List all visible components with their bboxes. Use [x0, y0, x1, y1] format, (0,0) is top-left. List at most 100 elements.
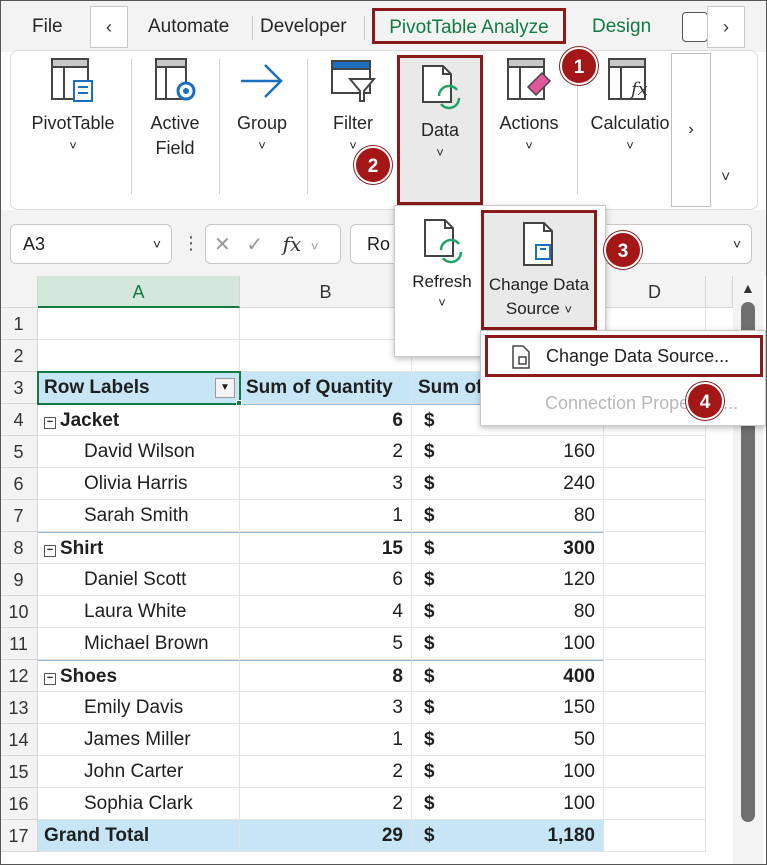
grand-total-amount[interactable]: $1,180: [412, 820, 604, 852]
cancel-icon[interactable]: ✕: [214, 234, 231, 256]
quantity-cell[interactable]: 1: [240, 724, 412, 756]
row-header-6[interactable]: 6: [0, 468, 38, 500]
calculations-button[interactable]: fx Calculatio ˅: [587, 57, 673, 197]
column-header-a[interactable]: A: [38, 276, 240, 308]
row-header-4[interactable]: 4: [0, 404, 38, 436]
row-header-10[interactable]: 10: [0, 596, 38, 628]
comments-button[interactable]: [682, 12, 708, 42]
row-header-15[interactable]: 15: [0, 756, 38, 788]
row-header-3[interactable]: 3: [0, 372, 38, 404]
pivot-item-row[interactable]: Daniel Scott: [38, 564, 240, 596]
table-cell[interactable]: [604, 660, 706, 692]
pivot-item-row[interactable]: Emily Davis: [38, 692, 240, 724]
row-header-5[interactable]: 5: [0, 436, 38, 468]
active-field-button[interactable]: Active Field: [139, 57, 211, 197]
tab-pivottable-analyze[interactable]: PivotTable Analyze: [372, 8, 566, 44]
table-cell[interactable]: [604, 532, 706, 564]
quantity-cell[interactable]: 4: [240, 596, 412, 628]
pivot-header-sum-quantity[interactable]: Sum of Quantity: [240, 372, 412, 404]
pivot-item-row[interactable]: Olivia Harris: [38, 468, 240, 500]
amount-cell[interactable]: $80: [412, 596, 604, 628]
table-cell[interactable]: [38, 308, 240, 340]
table-cell[interactable]: [604, 436, 706, 468]
table-cell[interactable]: [604, 500, 706, 532]
amount-cell[interactable]: $50: [412, 724, 604, 756]
table-cell[interactable]: [604, 756, 706, 788]
tab-file[interactable]: File: [32, 12, 63, 42]
pivot-item-row[interactable]: John Carter: [38, 756, 240, 788]
column-header-d[interactable]: D: [604, 276, 706, 308]
row-header-13[interactable]: 13: [0, 692, 38, 724]
tab-scroll-right-button[interactable]: ›: [707, 6, 745, 48]
row-header-8[interactable]: 8: [0, 532, 38, 564]
quantity-cell[interactable]: 1: [240, 500, 412, 532]
table-cell[interactable]: [604, 468, 706, 500]
quantity-cell[interactable]: 6: [240, 564, 412, 596]
pivot-group-row[interactable]: − Shirt: [38, 532, 240, 564]
table-cell[interactable]: [38, 340, 240, 372]
select-all-corner[interactable]: [0, 276, 38, 308]
fill-handle[interactable]: [236, 400, 242, 406]
menu-item-change-data-source[interactable]: Change Data Source...: [485, 335, 763, 377]
column-header-b[interactable]: B: [240, 276, 412, 308]
amount-cell[interactable]: $100: [412, 628, 604, 660]
pivot-item-row[interactable]: David Wilson: [38, 436, 240, 468]
pivot-group-row[interactable]: − Shoes: [38, 660, 240, 692]
amount-cell[interactable]: $300: [412, 532, 604, 564]
pivot-item-row[interactable]: James Miller: [38, 724, 240, 756]
group-button[interactable]: Group ˅: [227, 57, 297, 197]
quantity-cell[interactable]: 2: [240, 788, 412, 820]
table-cell[interactable]: [604, 692, 706, 724]
table-cell[interactable]: [604, 628, 706, 660]
table-cell[interactable]: [604, 820, 706, 852]
collapse-icon[interactable]: −: [44, 417, 56, 429]
pivot-item-row[interactable]: Laura White: [38, 596, 240, 628]
grand-total-quantity[interactable]: 29: [240, 820, 412, 852]
row-header-9[interactable]: 9: [0, 564, 38, 596]
quantity-cell[interactable]: 2: [240, 436, 412, 468]
table-cell[interactable]: [604, 788, 706, 820]
name-box[interactable]: A3 ˅: [10, 224, 172, 264]
table-cell[interactable]: [604, 596, 706, 628]
tab-developer[interactable]: Developer: [260, 12, 347, 42]
pivot-item-row[interactable]: Michael Brown: [38, 628, 240, 660]
row-header-12[interactable]: 12: [0, 660, 38, 692]
quantity-cell[interactable]: 5: [240, 628, 412, 660]
row-header-14[interactable]: 14: [0, 724, 38, 756]
amount-cell[interactable]: $240: [412, 468, 604, 500]
table-cell[interactable]: [604, 564, 706, 596]
quantity-cell[interactable]: 3: [240, 692, 412, 724]
amount-cell[interactable]: $150: [412, 692, 604, 724]
row-header-11[interactable]: 11: [0, 628, 38, 660]
refresh-button[interactable]: Refresh ˅: [401, 216, 483, 312]
row-header-17[interactable]: 17: [0, 820, 38, 852]
row-header-7[interactable]: 7: [0, 500, 38, 532]
quantity-cell[interactable]: 3: [240, 468, 412, 500]
amount-cell[interactable]: $120: [412, 564, 604, 596]
column-header-e[interactable]: [706, 276, 733, 308]
collapse-ribbon-button[interactable]: ˅: [721, 169, 730, 187]
amount-cell[interactable]: $100: [412, 788, 604, 820]
tab-scroll-left-button[interactable]: ‹: [90, 6, 128, 48]
amount-cell[interactable]: $100: [412, 756, 604, 788]
quantity-cell[interactable]: 15: [240, 532, 412, 564]
table-cell[interactable]: [604, 724, 706, 756]
quantity-cell[interactable]: 6: [240, 404, 412, 436]
table-cell[interactable]: [240, 340, 412, 372]
filter-dropdown-icon[interactable]: ▼: [215, 378, 235, 398]
tab-automate[interactable]: Automate: [148, 12, 229, 42]
tab-design[interactable]: Design: [592, 12, 651, 42]
ribbon-scroll-right-button[interactable]: ›: [671, 53, 711, 207]
amount-cell[interactable]: $80: [412, 500, 604, 532]
quantity-cell[interactable]: 8: [240, 660, 412, 692]
change-data-source-button[interactable]: Change Data Source ˅: [481, 210, 597, 330]
row-header-1[interactable]: 1: [0, 308, 38, 340]
collapse-icon[interactable]: −: [44, 545, 56, 557]
collapse-icon[interactable]: −: [44, 673, 56, 685]
more-options-icon[interactable]: ⋮: [182, 234, 200, 252]
quantity-cell[interactable]: 2: [240, 756, 412, 788]
pivot-item-row[interactable]: Sophia Clark: [38, 788, 240, 820]
amount-cell[interactable]: $400: [412, 660, 604, 692]
enter-icon[interactable]: ✓: [246, 234, 263, 256]
amount-cell[interactable]: $160: [412, 436, 604, 468]
